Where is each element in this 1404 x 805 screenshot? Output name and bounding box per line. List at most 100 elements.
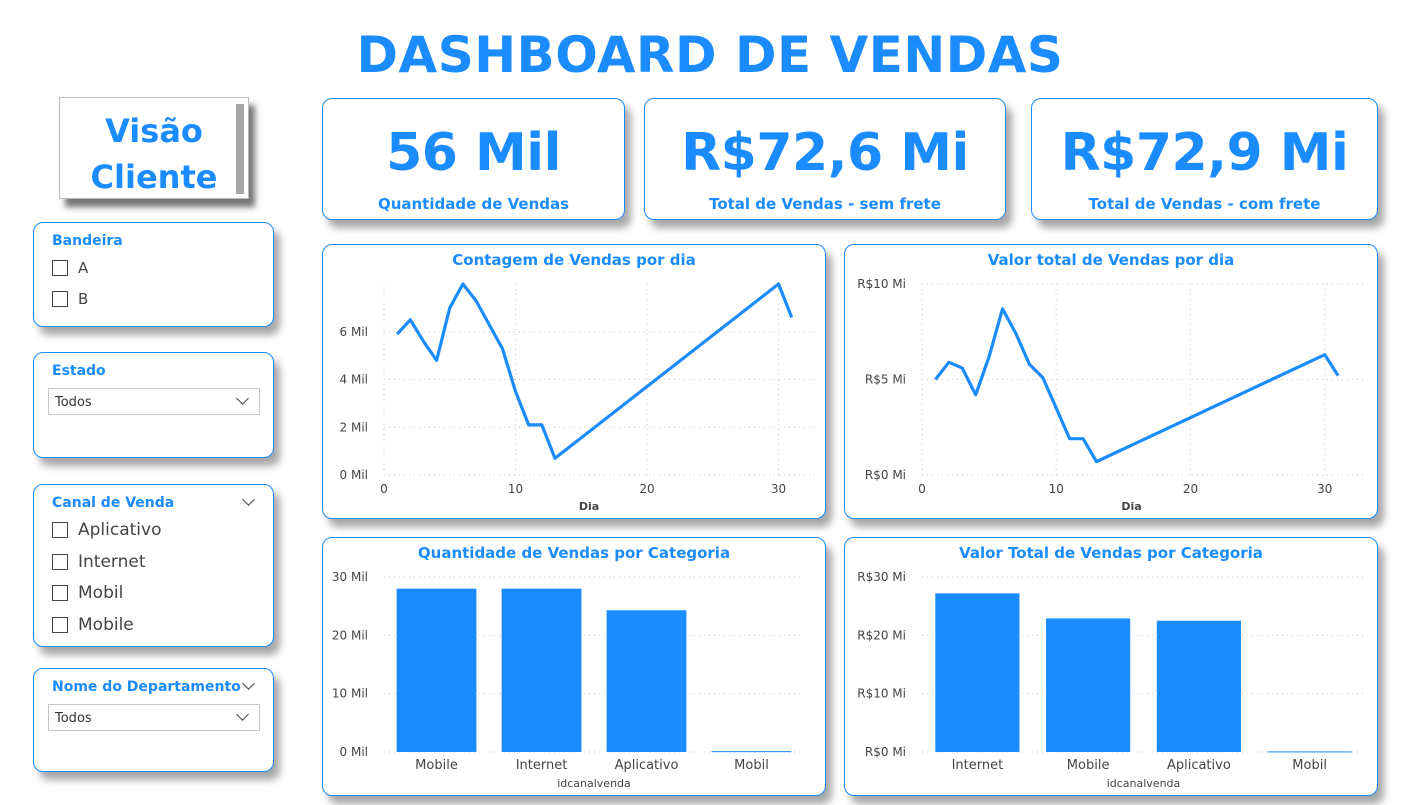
x-tick-label: 0 bbox=[918, 482, 926, 496]
kpi-value: R$72,9 Mi bbox=[1060, 123, 1349, 183]
bar bbox=[396, 588, 477, 752]
x-tick-label: Internet bbox=[952, 758, 1004, 773]
bar bbox=[711, 751, 792, 753]
line-chart-valor: R$0 Mi R$5 Mi R$10 Mi 0 10 20 30 Dia bbox=[857, 277, 1365, 513]
slicer-option-b[interactable]: B bbox=[52, 290, 88, 308]
departamento-dropdown[interactable]: Todos bbox=[48, 704, 260, 731]
x-axis-label: idcanalvenda bbox=[1107, 777, 1181, 790]
slicer-option-aplicativo[interactable]: Aplicativo bbox=[52, 520, 161, 540]
slicer-option-internet[interactable]: Internet bbox=[52, 552, 146, 572]
chevron-down-icon bbox=[236, 392, 249, 405]
kpi-value: 56 Mil bbox=[386, 123, 561, 183]
slicer-option-label: Aplicativo bbox=[78, 520, 162, 540]
y-tick-label: R$0 Mi bbox=[865, 468, 906, 482]
y-tick-label: R$10 Mi bbox=[857, 277, 906, 291]
estado-dropdown[interactable]: Todos bbox=[48, 388, 260, 415]
x-tick-label: 10 bbox=[1049, 482, 1064, 496]
y-tick-label: 4 Mil bbox=[340, 373, 368, 387]
x-tick-label: Mobil bbox=[1292, 758, 1327, 773]
checkbox-icon[interactable] bbox=[52, 260, 68, 276]
kpi-card-sem-frete: R$72,6 Mi Total de Vendas - sem frete bbox=[644, 98, 1006, 220]
slicer-canal-title: Canal de Venda bbox=[52, 495, 175, 511]
slicer-option-label: B bbox=[78, 290, 89, 308]
chart-panel-valor-por-categoria: Valor Total de Vendas por Categoria R$0 … bbox=[844, 537, 1378, 796]
page-title: DASHBOARD DE VENDAS bbox=[356, 26, 1064, 84]
chart-panel-contagem-por-dia: Contagem de Vendas por dia 0 Mil 2 Mil 4 M… bbox=[322, 244, 826, 519]
kpi-value: R$72,6 Mi bbox=[681, 123, 969, 183]
kpi-label: Total de Vendas - com frete bbox=[1088, 195, 1321, 213]
slicer-option-mobil[interactable]: Mobil bbox=[52, 583, 123, 603]
slicer-option-label: Mobile bbox=[78, 615, 134, 635]
chart-panel-valor-por-dia: Valor total de Vendas por dia R$0 Mi R$5 … bbox=[844, 244, 1378, 519]
x-tick-label: Aplicativo bbox=[1167, 758, 1231, 773]
y-tick-label: 20 Mil bbox=[332, 628, 368, 642]
slicer-option-mobile[interactable]: Mobile bbox=[52, 615, 134, 635]
visao-cliente-button[interactable]: Visão Cliente bbox=[59, 97, 249, 199]
bar bbox=[1267, 751, 1352, 753]
y-tick-label: 0 Mil bbox=[340, 745, 368, 759]
kpi-card-com-frete: R$72,9 Mi Total de Vendas - com frete bbox=[1031, 98, 1378, 220]
x-tick-label: Internet bbox=[516, 758, 568, 773]
departamento-dropdown-value: Todos bbox=[55, 711, 92, 726]
bar bbox=[501, 588, 582, 752]
bar bbox=[1046, 618, 1131, 752]
bar bbox=[606, 610, 687, 752]
y-tick-label: R$20 Mi bbox=[857, 628, 906, 642]
slicer-departamento-title: Nome do Departamento bbox=[52, 679, 241, 695]
slicer-option-label: Mobil bbox=[78, 583, 124, 603]
scroll-bar bbox=[236, 104, 244, 194]
line-chart-contagem: 0 Mil 2 Mil 4 Mil 6 Mil 0 10 20 30 Dia bbox=[340, 282, 818, 513]
bar bbox=[935, 593, 1020, 752]
slicer-bandeira: Bandeira A B bbox=[33, 222, 274, 327]
slicer-option-label: Internet bbox=[78, 552, 146, 572]
slicer-estado: Estado Todos bbox=[33, 352, 274, 458]
y-tick-label: 6 Mil bbox=[340, 325, 368, 339]
slicer-option-a[interactable]: A bbox=[52, 259, 88, 277]
chevron-down-icon[interactable] bbox=[242, 493, 255, 506]
chevron-down-icon[interactable] bbox=[242, 677, 255, 690]
checkbox-icon[interactable] bbox=[52, 291, 68, 307]
x-tick-label: 30 bbox=[771, 482, 786, 496]
y-tick-label: R$5 Mi bbox=[865, 373, 906, 387]
y-tick-label: 30 Mil bbox=[332, 570, 368, 584]
y-tick-label: 10 Mil bbox=[332, 687, 368, 701]
x-tick-label: Mobile bbox=[1067, 758, 1110, 773]
visao-cliente-line1: Visão bbox=[105, 112, 203, 150]
slicer-option-label: A bbox=[78, 259, 89, 277]
kpi-label: Total de Vendas - sem frete bbox=[709, 195, 941, 213]
series-line bbox=[934, 307, 1340, 464]
checkbox-icon[interactable] bbox=[52, 585, 68, 601]
x-tick-label: Mobile bbox=[415, 758, 458, 773]
kpi-card-quantidade: 56 Mil Quantidade de Vendas bbox=[322, 98, 625, 220]
y-tick-label: R$30 Mi bbox=[857, 570, 906, 584]
chart-panel-quantidade-por-categoria: Quantidade de Vendas por Categoria 0 Mil… bbox=[322, 537, 826, 796]
x-tick-label: 30 bbox=[1317, 482, 1332, 496]
chevron-down-icon bbox=[236, 708, 249, 721]
y-tick-label: R$0 Mi bbox=[865, 745, 906, 759]
checkbox-icon[interactable] bbox=[52, 554, 68, 570]
x-tick-label: 20 bbox=[1183, 482, 1198, 496]
series-line bbox=[395, 282, 794, 460]
checkbox-icon[interactable] bbox=[52, 522, 68, 538]
visao-cliente-line2: Cliente bbox=[90, 158, 218, 196]
y-tick-label: 2 Mil bbox=[340, 420, 368, 434]
y-tick-label: 0 Mil bbox=[340, 468, 368, 482]
x-axis-label: Dia bbox=[579, 500, 599, 513]
slicer-bandeira-title: Bandeira bbox=[52, 233, 123, 249]
x-axis-label: idcanalvenda bbox=[557, 777, 631, 790]
kpi-label: Quantidade de Vendas bbox=[377, 195, 570, 213]
bar-chart-quantidade: 0 Mil 10 Mil 20 Mil 30 Mil Mobile Internet Apl… bbox=[332, 570, 804, 790]
x-tick-label: Mobil bbox=[734, 758, 769, 773]
slicer-nome-do-departamento: Nome do Departamento Todos bbox=[33, 668, 274, 772]
slicer-canal-de-venda: Canal de Venda Aplicativo Internet Mobil… bbox=[33, 484, 274, 647]
x-tick-label: Aplicativo bbox=[615, 758, 679, 773]
x-axis-label: Dia bbox=[1121, 500, 1141, 513]
estado-dropdown-value: Todos bbox=[55, 395, 92, 410]
x-tick-label: 20 bbox=[639, 482, 654, 496]
bar bbox=[1156, 620, 1241, 752]
slicer-estado-title: Estado bbox=[52, 363, 106, 379]
y-tick-label: R$10 Mi bbox=[857, 687, 906, 701]
checkbox-icon[interactable] bbox=[52, 617, 68, 633]
x-tick-label: 10 bbox=[508, 482, 523, 496]
x-tick-label: 0 bbox=[380, 482, 388, 496]
